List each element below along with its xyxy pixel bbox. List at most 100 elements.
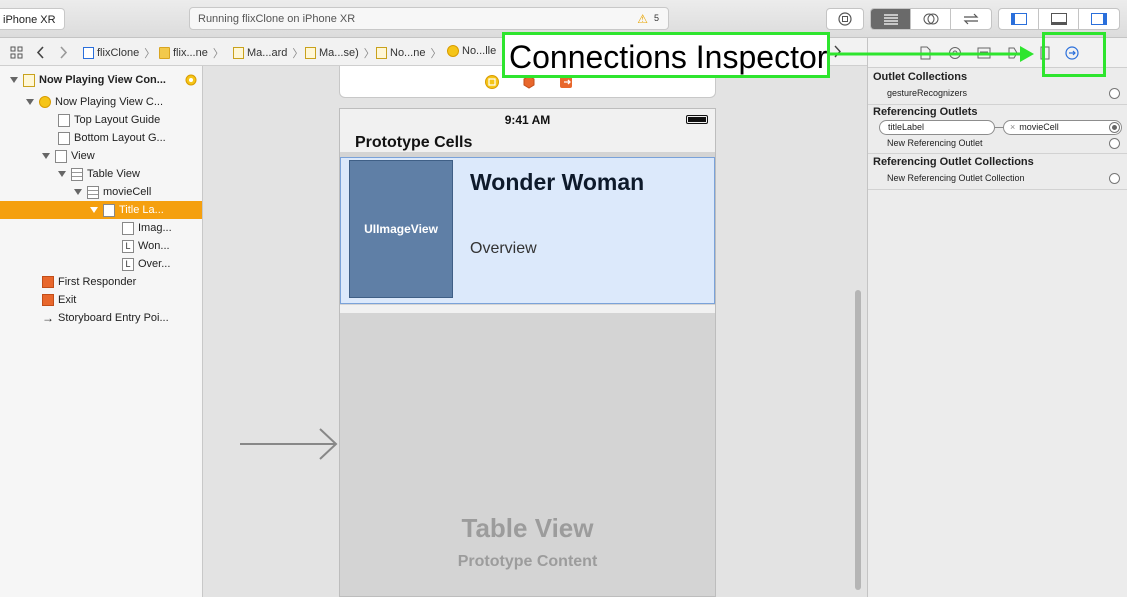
outline-title-label[interactable]: Title La... [0,201,202,219]
outline-wonder-label[interactable]: L Won... [122,237,170,255]
outline-label: Over... [138,258,171,270]
status-bar: 9:41 AM [340,109,715,130]
divider [868,153,1127,154]
gesture-recognizers-row: gestureRecognizers [887,88,968,98]
disclosure-icon[interactable] [90,207,98,213]
outline-label: Top Layout Guide [74,114,161,126]
image-view-label: UIImageView [364,222,438,236]
iphone-scene[interactable]: 9:41 AM Prototype Cells UIImageView Wond… [339,108,716,597]
image-view[interactable]: UIImageView [349,160,453,298]
outline-label: Bottom Layout G... [74,132,166,144]
outline-top-layout-guide[interactable]: Top Layout Guide [58,111,160,129]
new-referencing-outlet-connector[interactable] [1109,138,1120,149]
disclosure-icon[interactable] [58,171,66,177]
disclosure-icon[interactable] [42,153,50,159]
stop-circle-icon [838,12,852,26]
toggle-utilities-button[interactable] [1079,9,1119,29]
gesture-recognizers-connector[interactable] [1109,88,1120,99]
disclosure-icon[interactable] [74,189,82,195]
image-view-icon [122,221,134,235]
view-icon [55,149,67,163]
movie-cell[interactable]: UIImageView Wonder Woman Overview [340,157,715,304]
new-referencing-outlet-collection-connector[interactable] [1109,173,1120,184]
utilities-inspector: Outlet Collections gestureRecognizers Re… [867,38,1127,597]
version-editor-button[interactable] [951,9,991,29]
outline-scene[interactable]: Now Playing View Con... [10,71,197,89]
outline-movie-cell[interactable]: movieCell [74,183,151,201]
crumb-storyboard[interactable]: Ma...ard 〉 [233,45,305,61]
layout-guide-icon [58,131,70,145]
outline-first-responder[interactable]: First Responder [42,273,136,291]
annotation-label: Connections Inspector [509,39,828,75]
forward-chevron-icon[interactable] [58,46,68,59]
lines-icon [883,14,898,25]
layout-guide-icon [58,113,70,127]
crumb-scene[interactable]: No...ne 〉 [376,45,443,61]
standard-editor-button[interactable] [871,9,912,29]
outline-image-view[interactable]: Imag... [122,219,172,237]
new-referencing-outlet-collection-row: New Referencing Outlet Collection [887,173,1025,183]
left-panel-icon [1010,13,1027,25]
crumb-label: Ma...se) [319,47,359,59]
outline-label: Title La... [119,204,164,216]
prototype-cells-title: Prototype Cells [355,134,473,151]
document-outline: Now Playing View Con... Now Playing View… [0,66,203,597]
outlet-source-label: titleLabel [888,122,925,132]
back-chevron-icon[interactable] [36,46,46,59]
view-controller-icon[interactable] [485,75,499,89]
warning-count[interactable]: 5 [654,13,659,23]
outline-table-view[interactable]: Table View [58,165,140,183]
outline-bottom-layout-guide[interactable]: Bottom Layout G... [58,129,166,147]
outlet-target-pill[interactable]: × movieCell [1003,120,1122,135]
outlet-source-pill[interactable]: titleLabel [879,120,995,135]
outline-exit[interactable]: Exit [42,291,76,309]
activity-viewer: Running flixClone on iPhone XR ⚠ 5 [189,7,669,30]
outline-label: Table View [87,168,140,180]
breakpoint-button[interactable] [826,8,864,30]
divider [868,104,1127,105]
crumb-view-controller[interactable]: No...lle [447,45,496,57]
crumb-label: No...lle [462,45,497,57]
outline-view[interactable]: View [42,147,95,165]
crumb-group[interactable]: flix...ne 〉 [159,45,226,61]
status-time: 9:41 AM [504,113,551,127]
arrow-right-icon: → [42,311,54,325]
annotation-arrow-icon [830,46,1034,62]
outline-label: movieCell [103,186,152,198]
toggle-navigator-button[interactable] [999,9,1040,29]
assistant-editor-button[interactable] [911,9,951,29]
crumb-storyboard-base[interactable]: Ma...se) 〉 [305,45,377,61]
outline-overview-label[interactable]: L Over... [122,255,170,273]
storyboard-icon [233,47,244,59]
disclosure-icon[interactable] [26,99,34,105]
warning-icon[interactable]: ⚠ [637,12,648,26]
remove-x-icon[interactable]: × [1010,122,1015,132]
storyboard-entry-arrow-icon[interactable] [240,427,340,461]
outline-label: Now Playing View Con... [39,74,166,86]
outlet-target-label: movieCell [1019,122,1059,132]
crumb-project[interactable]: flixClone 〉 [83,45,157,61]
outline-label: View [71,150,95,162]
annotation-callout: Connections Inspector [502,32,830,78]
table-view-icon [71,167,83,181]
label-icon: L [122,239,134,253]
title-label[interactable]: Wonder Woman [470,169,644,196]
bottom-panel-icon [1050,13,1067,25]
first-responder-icon [42,276,54,288]
crumb-label: No...ne [390,47,426,59]
referencing-outlet-connector[interactable] [1109,122,1120,133]
crumb-label: Ma...ard [247,47,288,59]
disclosure-icon[interactable] [10,77,18,83]
venn-circles-icon [923,13,938,25]
canvas-vertical-scrollbar[interactable] [855,290,861,590]
grid-icon[interactable] [10,46,23,59]
storyboard-canvas[interactable]: 9:41 AM Prototype Cells UIImageView Wond… [203,66,867,597]
outline-storyboard-entry-point[interactable]: → Storyboard Entry Poi... [42,309,169,327]
outline-label: Imag... [138,222,172,234]
view-controller-icon [447,45,459,57]
scheme-device-selector[interactable]: iPhone XR [0,8,65,30]
overview-label[interactable]: Overview [470,240,537,258]
toggle-debug-area-button[interactable] [1039,9,1079,29]
outline-view-controller[interactable]: Now Playing View C... [26,93,163,111]
table-cell-icon [87,185,99,199]
